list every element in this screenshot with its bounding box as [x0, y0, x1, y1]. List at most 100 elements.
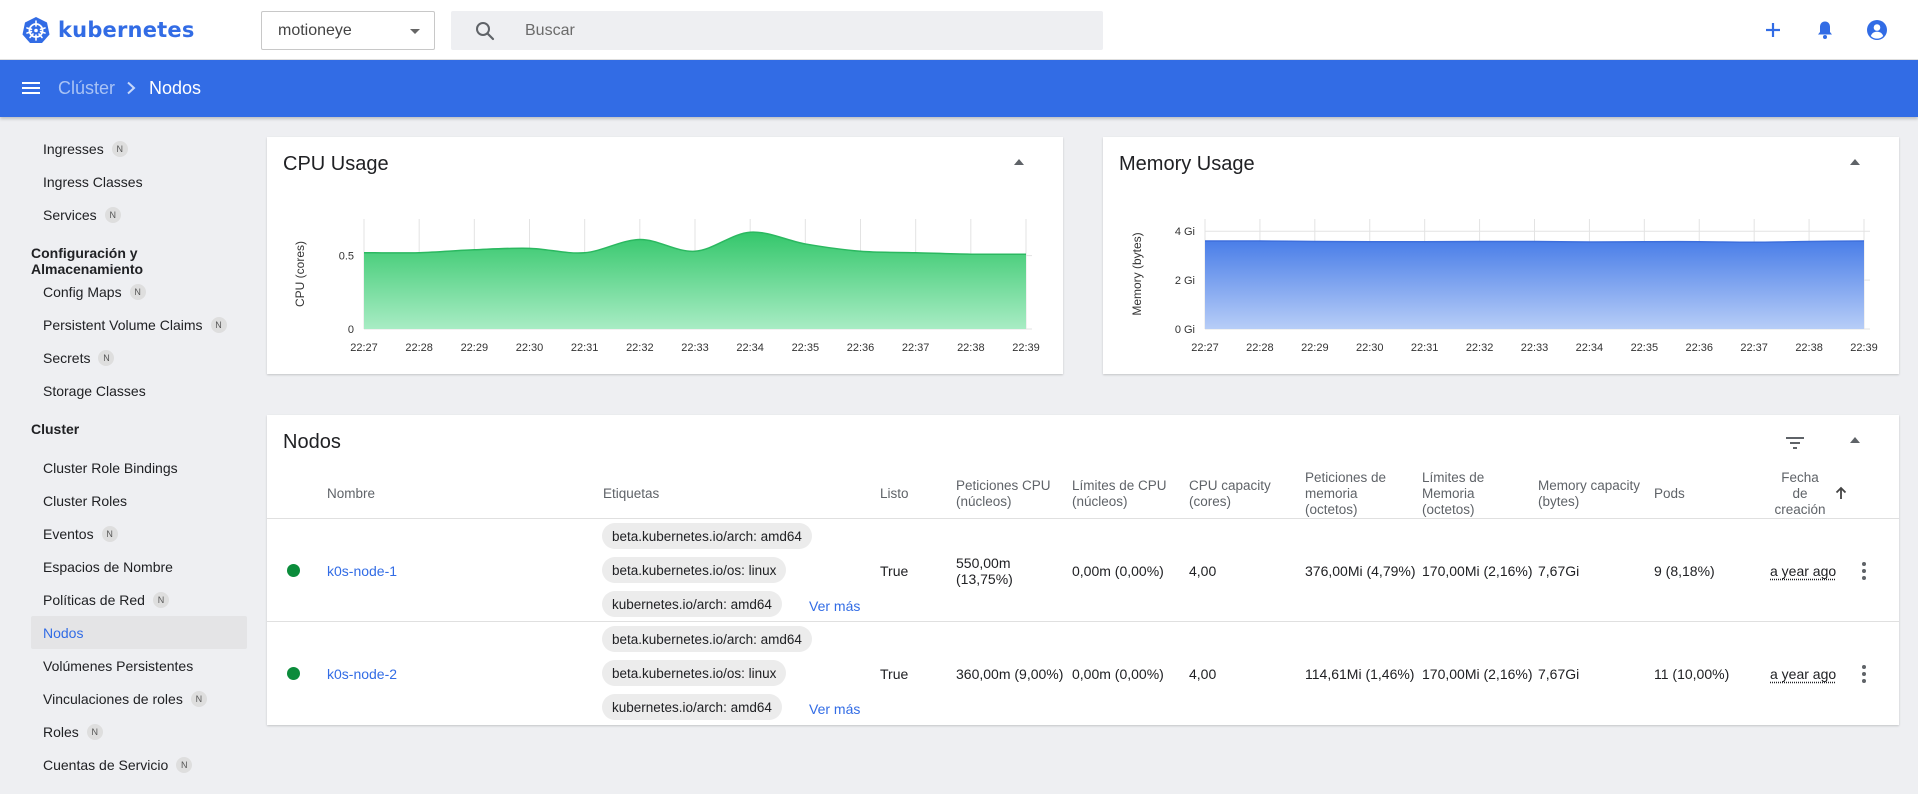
- sidebar-item-network-policies[interactable]: Políticas de Red N: [31, 583, 247, 616]
- sidebar-item-persistent-volumes[interactable]: Volúmenes Persistentes: [31, 649, 247, 682]
- col-header-cpu-capacity[interactable]: CPU capacity (cores): [1189, 478, 1271, 510]
- header-line: (cores): [1189, 494, 1232, 509]
- ready-status-icon: [287, 667, 300, 680]
- pods-value: 11 (10,00%): [1654, 666, 1730, 682]
- namespaced-badge: N: [210, 316, 227, 333]
- sidebar-item-namespaces[interactable]: Espacios de Nombre: [31, 550, 247, 583]
- sidebar-item-pvc[interactable]: Persistent Volume Claims N: [31, 308, 247, 341]
- sidebar-item-ingress-classes[interactable]: Ingress Classes: [31, 165, 247, 198]
- col-header-memory-limits[interactable]: Límites de Memoria (octetos): [1422, 470, 1484, 518]
- row-actions-icon[interactable]: [1862, 665, 1866, 683]
- x-tick-label: 22:27: [1191, 342, 1219, 354]
- memory-usage-card: Memory Usage 0 Gi 2 Gi 4 Gi 22:27 22:28 22:29…: [1103, 137, 1899, 374]
- account-button[interactable]: [1864, 17, 1890, 43]
- sidebar-item-events[interactable]: Eventos N: [31, 517, 247, 550]
- col-header-memory-capacity[interactable]: Memory capacity (bytes): [1538, 478, 1640, 510]
- sidebar-item-secrets[interactable]: Secrets N: [31, 341, 247, 374]
- sidebar-item-storage-classes[interactable]: Storage Classes: [31, 374, 247, 407]
- header-line: CPU capacity: [1189, 478, 1271, 493]
- label-chip: beta.kubernetes.io/os: linux: [602, 557, 787, 583]
- y-tick-label: 0.5: [339, 251, 354, 263]
- show-more-link[interactable]: Ver más: [809, 701, 860, 717]
- col-header-name[interactable]: Nombre: [327, 486, 375, 502]
- x-tick-label: 22:39: [1850, 342, 1878, 354]
- sidebar-item-role-bindings[interactable]: Vinculaciones de roles N: [31, 682, 247, 715]
- sidebar-item-service-accounts[interactable]: Cuentas de Servicio N: [31, 748, 247, 781]
- sidebar-item-label: Espacios de Nombre: [43, 558, 173, 575]
- namespaced-badge: N: [101, 525, 118, 542]
- kubernetes-logo-icon: [22, 17, 50, 43]
- notifications-button[interactable]: [1812, 17, 1838, 43]
- namespaced-badge: N: [129, 283, 146, 300]
- menu-icon[interactable]: [21, 80, 41, 96]
- account-icon: [1867, 20, 1887, 40]
- header-line: (núcleos): [1072, 494, 1128, 509]
- sidebar-section-config: Configuración y Almacenamiento: [31, 245, 144, 277]
- header-line: Fecha: [1781, 470, 1819, 485]
- col-header-cpu-requests[interactable]: Peticiones CPU (núcleos): [956, 478, 1051, 510]
- value-line: (13,75%): [956, 571, 1013, 587]
- sidebar-item-label: Vinculaciones de roles: [43, 690, 183, 707]
- show-more-link[interactable]: Ver más: [809, 598, 860, 614]
- breadcrumb-parent[interactable]: Clúster: [58, 78, 115, 99]
- namespaced-badge: N: [98, 349, 115, 366]
- header-line: Peticiones CPU: [956, 478, 1051, 493]
- x-tick-label: 22:30: [1356, 342, 1384, 354]
- x-tick-label: 22:35: [792, 342, 820, 354]
- sidebar-item-config-maps[interactable]: Config Maps N: [31, 275, 247, 308]
- node-name-link[interactable]: k0s-node-1: [327, 563, 397, 579]
- sidebar-item-ingresses[interactable]: Ingresses N: [31, 132, 247, 165]
- memory-requests-value: 114,61Mi (1,46%): [1305, 666, 1415, 682]
- col-header-memory-requests[interactable]: Peticiones de memoria (octetos): [1305, 470, 1386, 518]
- sidebar: Ingresses N Ingress Classes Services N C…: [0, 117, 250, 794]
- search-input[interactable]: [525, 11, 1085, 50]
- sidebar-item-label: Eventos: [43, 525, 94, 542]
- sidebar-item-label: Services: [43, 206, 97, 223]
- app-title: kubernetes: [58, 18, 195, 42]
- namespaced-badge: N: [86, 723, 103, 740]
- namespace-value: motioneye: [278, 21, 352, 39]
- sidebar-item-cluster-role-bindings[interactable]: Cluster Role Bindings: [31, 451, 247, 484]
- cpu-limits-value: 0,00m (0,00%): [1072, 563, 1164, 579]
- memory-limits-value: 170,00Mi (2,16%): [1422, 563, 1533, 579]
- collapse-nodes-icon[interactable]: [1850, 437, 1860, 443]
- header-line: (núcleos): [956, 494, 1012, 509]
- col-header-created[interactable]: Fecha de creación: [1767, 470, 1833, 518]
- logo[interactable]: kubernetes: [22, 16, 195, 44]
- x-tick-label: 22:38: [957, 342, 985, 354]
- node-name-link[interactable]: k0s-node-2: [327, 666, 397, 682]
- namespaced-badge: N: [190, 690, 207, 707]
- row-actions-icon[interactable]: [1862, 562, 1866, 580]
- y-tick-label: 4 Gi: [1175, 226, 1195, 238]
- header-line: Memory capacity: [1538, 478, 1641, 493]
- header-line: memoria: [1305, 486, 1358, 501]
- sidebar-item-label: Cluster Roles: [43, 492, 128, 509]
- sidebar-item-roles[interactable]: Roles N: [31, 715, 247, 748]
- filter-icon[interactable]: [1785, 435, 1805, 451]
- col-header-ready[interactable]: Listo: [880, 486, 909, 502]
- sidebar-item-label: Roles: [43, 723, 79, 740]
- sidebar-item-services[interactable]: Services N: [31, 198, 247, 231]
- header-line: (octetos): [1422, 502, 1475, 517]
- sidebar-item-nodes[interactable]: Nodos: [31, 616, 247, 649]
- sidebar-item-cluster-roles[interactable]: Cluster Roles: [31, 484, 247, 517]
- nodes-card: Nodos Nombre Etiquetas Listo Peticiones …: [267, 415, 1899, 725]
- sidebar-item-label: Ingress Classes: [43, 173, 143, 190]
- sidebar-item-label: Persistent Volume Claims: [43, 316, 203, 333]
- sidebar-item-label: Storage Classes: [43, 382, 146, 399]
- col-header-pods[interactable]: Pods: [1654, 486, 1685, 502]
- cpu-usage-card: CPU Usage 0 0.5 22:27 22:28 22:29 22:30 22:31 2…: [267, 137, 1063, 374]
- namespace-select[interactable]: motioneye: [261, 11, 435, 50]
- x-tick-label: 22:27: [350, 342, 378, 354]
- y-tick-label: 0 Gi: [1175, 324, 1195, 336]
- label-chip: kubernetes.io/arch: amd64: [602, 591, 782, 617]
- cpu-limits-value: 0,00m (0,00%): [1072, 666, 1164, 682]
- sidebar-item-label: Cuentas de Servicio: [43, 756, 169, 773]
- col-header-cpu-limits[interactable]: Límites de CPU (núcleos): [1072, 478, 1167, 510]
- add-button[interactable]: [1760, 17, 1786, 43]
- header-line: creación: [1774, 502, 1826, 517]
- sidebar-item-label: Ingresses: [43, 140, 104, 157]
- sort-arrow-up-icon[interactable]: [1835, 486, 1847, 500]
- ready-value: True: [880, 563, 909, 579]
- ready-value: True: [880, 666, 909, 682]
